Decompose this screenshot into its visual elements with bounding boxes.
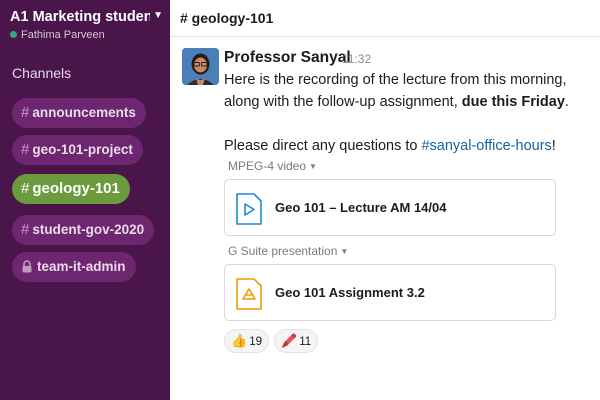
current-user: Fathima Parveen: [10, 29, 165, 41]
attachment-name[interactable]: Geo 101 Assignment 3.2: [275, 285, 425, 300]
avatar[interactable]: [182, 48, 219, 85]
attachment-card-video[interactable]: Geo 101 – Lecture AM 14/04: [224, 179, 556, 236]
crayon-icon: 🖍️: [281, 333, 298, 348]
attachment-type-label[interactable]: G Suite presentation ▼: [228, 244, 348, 258]
message-text: along with the follow-up assignment,: [224, 94, 462, 110]
channel-label: student-gov-2020: [32, 222, 145, 237]
reaction-thumbs-up[interactable]: 👍 19: [224, 329, 269, 353]
attachment-type-text: G Suite presentation: [228, 244, 338, 258]
channel-label: geology-101: [32, 180, 120, 197]
message-line: along with the follow-up assignment, due…: [224, 91, 594, 113]
attachment-card-presentation[interactable]: Geo 101 Assignment 3.2: [224, 264, 556, 321]
sidebar-item-team-it-admin[interactable]: team-it-admin: [12, 252, 136, 282]
hash-icon: #: [21, 180, 30, 197]
hash-icon: #: [21, 221, 30, 238]
sidebar-item-announcements[interactable]: # announcements: [12, 98, 146, 128]
video-play-icon: [236, 193, 262, 225]
channel-title[interactable]: # geology-101: [180, 10, 273, 26]
sidebar: A1 Marketing studen ▼ Fathima Parveen Ch…: [0, 0, 170, 400]
workspace-name[interactable]: A1 Marketing studen: [10, 9, 150, 25]
reaction-crayon[interactable]: 🖍️ 11: [274, 329, 319, 353]
sidebar-item-student-gov-2020[interactable]: # student-gov-2020: [12, 215, 155, 245]
channel-header: # geology-101: [170, 0, 600, 37]
channel-label: announcements: [32, 105, 136, 120]
reaction-count: 19: [249, 336, 262, 348]
attachment-name[interactable]: Geo 101 – Lecture AM 14/04: [275, 200, 447, 215]
message-bold-text: due this Friday: [461, 94, 565, 110]
message-body-2: Please direct any questions to #sanyal-o…: [224, 135, 594, 157]
message-text: .: [564, 94, 569, 110]
message-line: Here is the recording of the lecture fro…: [224, 72, 567, 88]
message-text: Please direct any questions to: [224, 138, 422, 154]
presence-dot-icon: [10, 31, 17, 38]
current-user-name: Fathima Parveen: [21, 29, 105, 41]
channel-label: geo-101-project: [32, 142, 133, 157]
caret-down-icon[interactable]: ▼: [340, 247, 348, 256]
reaction-count: 11: [299, 336, 312, 348]
message-timestamp[interactable]: 11:32: [342, 52, 371, 66]
google-slides-icon: [236, 278, 262, 310]
sidebar-item-geo-101-project[interactable]: # geo-101-project: [12, 135, 143, 165]
attachment-type-label[interactable]: MPEG-4 video ▼: [228, 159, 317, 173]
hash-icon: #: [21, 141, 30, 158]
attachment-type-text: MPEG-4 video: [228, 159, 307, 173]
caret-down-icon[interactable]: ▼: [309, 162, 317, 171]
message-text: !: [551, 138, 556, 154]
sidebar-item-geology-101[interactable]: # geology-101: [12, 174, 130, 204]
channel-label: team-it-admin: [37, 259, 126, 274]
hash-icon: #: [21, 104, 30, 121]
channel-link[interactable]: #sanyal-office-hours: [421, 138, 551, 154]
professor-avatar-icon: [182, 48, 219, 85]
workspace-switcher[interactable]: A1 Marketing studen ▼ Fathima Parveen: [10, 9, 165, 41]
channels-section-title[interactable]: Channels: [12, 65, 71, 81]
message-author[interactable]: Professor Sanyal: [224, 49, 351, 67]
thumbs-up-icon: 👍: [231, 333, 248, 348]
chevron-down-icon[interactable]: ▼: [153, 10, 163, 21]
message-body: Here is the recording of the lecture fro…: [224, 69, 594, 113]
lock-icon: [22, 260, 32, 273]
